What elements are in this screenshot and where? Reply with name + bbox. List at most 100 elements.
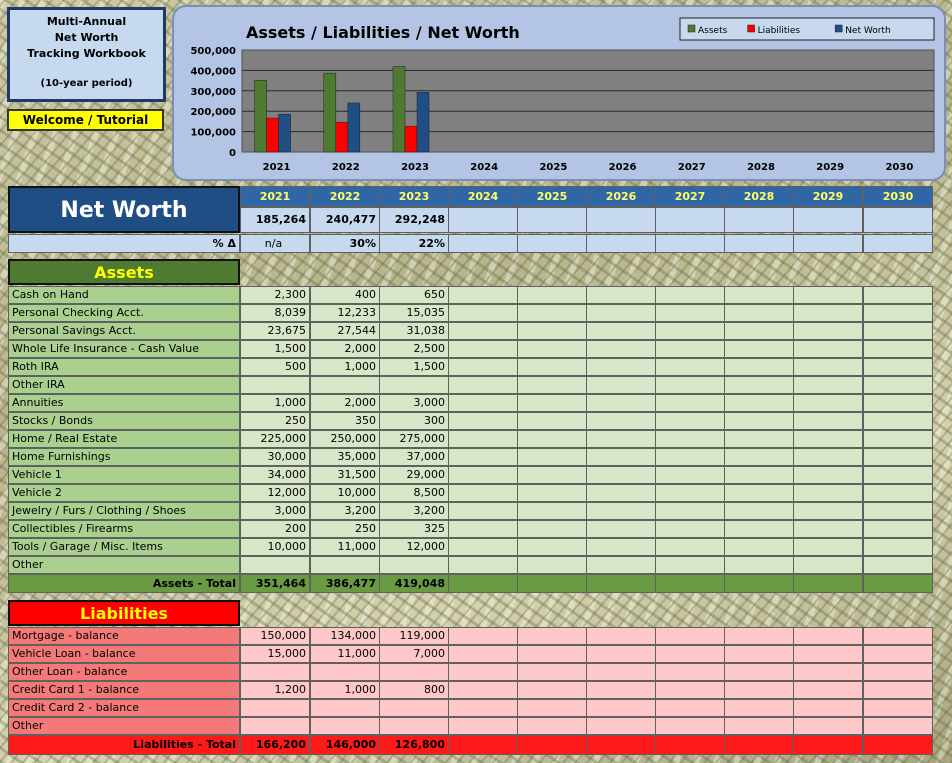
asset-value-cell[interactable] — [517, 376, 587, 394]
liability-value-cell[interactable] — [448, 681, 518, 699]
liability-value-cell[interactable] — [863, 717, 933, 735]
asset-value-cell[interactable]: 3,000 — [240, 502, 310, 520]
liability-value-cell[interactable]: 800 — [379, 681, 449, 699]
asset-value-cell[interactable] — [724, 556, 794, 574]
asset-value-cell[interactable] — [724, 358, 794, 376]
net-worth-cell[interactable] — [793, 207, 863, 233]
liability-value-cell[interactable] — [586, 699, 656, 717]
asset-value-cell[interactable] — [724, 304, 794, 322]
asset-value-cell[interactable] — [517, 412, 587, 430]
asset-value-cell[interactable] — [863, 394, 933, 412]
asset-value-cell[interactable] — [793, 286, 863, 304]
asset-value-cell[interactable] — [655, 466, 725, 484]
liability-value-cell[interactable] — [517, 645, 587, 663]
liability-value-cell[interactable] — [448, 717, 518, 735]
pct-change-cell[interactable]: 22% — [379, 234, 449, 253]
liability-value-cell[interactable] — [586, 717, 656, 735]
asset-value-cell[interactable]: 37,000 — [379, 448, 449, 466]
asset-value-cell[interactable] — [863, 520, 933, 538]
asset-value-cell[interactable] — [586, 286, 656, 304]
asset-value-cell[interactable]: 2,000 — [310, 394, 380, 412]
asset-value-cell[interactable] — [655, 448, 725, 466]
asset-value-cell[interactable] — [793, 556, 863, 574]
asset-value-cell[interactable]: 12,233 — [310, 304, 380, 322]
asset-value-cell[interactable] — [517, 394, 587, 412]
asset-value-cell[interactable] — [724, 286, 794, 304]
pct-change-cell[interactable] — [517, 234, 587, 253]
pct-change-cell[interactable] — [655, 234, 725, 253]
asset-value-cell[interactable] — [586, 322, 656, 340]
asset-value-cell[interactable] — [863, 322, 933, 340]
asset-value-cell[interactable]: 35,000 — [310, 448, 380, 466]
asset-value-cell[interactable] — [655, 394, 725, 412]
liability-value-cell[interactable] — [448, 699, 518, 717]
asset-value-cell[interactable] — [724, 376, 794, 394]
liability-value-cell[interactable] — [655, 699, 725, 717]
asset-value-cell[interactable] — [724, 484, 794, 502]
asset-value-cell[interactable]: 2,000 — [310, 340, 380, 358]
liability-value-cell[interactable] — [517, 627, 587, 645]
liability-value-cell[interactable] — [655, 627, 725, 645]
net-worth-cell[interactable] — [655, 207, 725, 233]
asset-value-cell[interactable] — [793, 448, 863, 466]
asset-value-cell[interactable] — [586, 448, 656, 466]
asset-value-cell[interactable] — [448, 412, 518, 430]
liability-value-cell[interactable] — [240, 663, 310, 681]
asset-value-cell[interactable] — [517, 520, 587, 538]
asset-value-cell[interactable] — [517, 502, 587, 520]
welcome-tutorial-button[interactable]: Welcome / Tutorial — [7, 109, 164, 131]
pct-change-cell[interactable] — [863, 234, 933, 253]
asset-value-cell[interactable] — [655, 358, 725, 376]
liability-value-cell[interactable] — [863, 681, 933, 699]
asset-value-cell[interactable] — [586, 304, 656, 322]
asset-value-cell[interactable] — [793, 484, 863, 502]
asset-value-cell[interactable]: 8,039 — [240, 304, 310, 322]
liability-value-cell[interactable] — [517, 699, 587, 717]
asset-value-cell[interactable]: 350 — [310, 412, 380, 430]
asset-value-cell[interactable]: 12,000 — [240, 484, 310, 502]
asset-value-cell[interactable] — [793, 340, 863, 358]
liability-value-cell[interactable] — [724, 699, 794, 717]
asset-value-cell[interactable] — [724, 520, 794, 538]
liability-value-cell[interactable] — [517, 663, 587, 681]
asset-value-cell[interactable] — [724, 448, 794, 466]
asset-value-cell[interactable] — [517, 322, 587, 340]
asset-value-cell[interactable] — [517, 538, 587, 556]
liability-value-cell[interactable] — [586, 663, 656, 681]
asset-value-cell[interactable]: 650 — [379, 286, 449, 304]
pct-change-cell[interactable]: 30% — [310, 234, 380, 253]
asset-value-cell[interactable] — [517, 430, 587, 448]
asset-value-cell[interactable] — [586, 520, 656, 538]
asset-value-cell[interactable] — [655, 430, 725, 448]
liability-value-cell[interactable] — [655, 663, 725, 681]
asset-value-cell[interactable] — [517, 340, 587, 358]
liability-value-cell[interactable] — [793, 717, 863, 735]
liability-value-cell[interactable] — [724, 627, 794, 645]
asset-value-cell[interactable]: 400 — [310, 286, 380, 304]
asset-value-cell[interactable] — [793, 538, 863, 556]
asset-value-cell[interactable] — [586, 484, 656, 502]
asset-value-cell[interactable] — [448, 520, 518, 538]
asset-value-cell[interactable] — [517, 484, 587, 502]
asset-value-cell[interactable]: 250 — [310, 520, 380, 538]
liability-value-cell[interactable] — [310, 717, 380, 735]
asset-value-cell[interactable]: 31,038 — [379, 322, 449, 340]
net-worth-cell[interactable] — [586, 207, 656, 233]
asset-value-cell[interactable]: 2,500 — [379, 340, 449, 358]
liability-value-cell[interactable] — [655, 645, 725, 663]
asset-value-cell[interactable] — [863, 376, 933, 394]
asset-value-cell[interactable] — [655, 556, 725, 574]
asset-value-cell[interactable] — [793, 502, 863, 520]
asset-value-cell[interactable] — [448, 358, 518, 376]
liability-value-cell[interactable] — [310, 699, 380, 717]
asset-value-cell[interactable]: 12,000 — [379, 538, 449, 556]
liability-value-cell[interactable] — [240, 699, 310, 717]
asset-value-cell[interactable] — [863, 556, 933, 574]
liability-value-cell[interactable] — [586, 681, 656, 699]
asset-value-cell[interactable] — [655, 484, 725, 502]
liability-value-cell[interactable] — [863, 699, 933, 717]
net-worth-cell[interactable] — [863, 207, 933, 233]
asset-value-cell[interactable]: 10,000 — [310, 484, 380, 502]
asset-value-cell[interactable]: 3,000 — [379, 394, 449, 412]
liability-value-cell[interactable] — [863, 627, 933, 645]
